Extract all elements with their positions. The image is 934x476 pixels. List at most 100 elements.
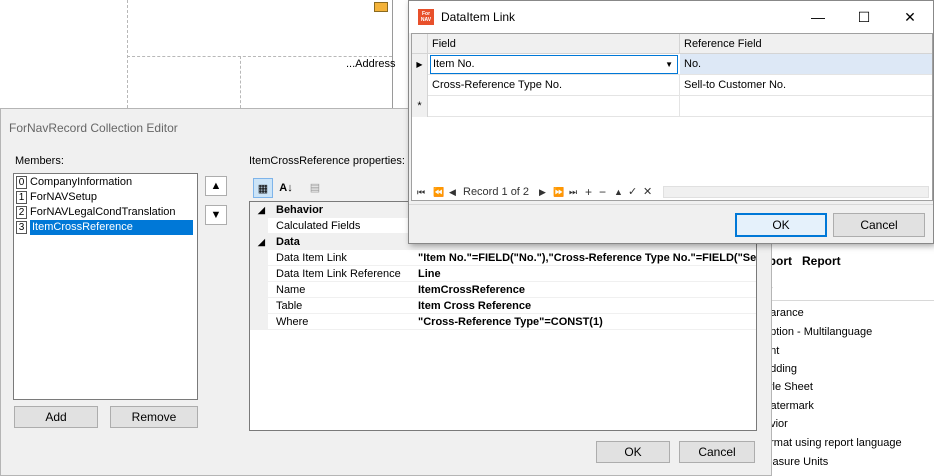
row-gutter bbox=[250, 298, 268, 314]
list-item[interactable]: 2 ForNAVLegalCondTranslation bbox=[14, 205, 197, 220]
property-caption-multilanguage[interactable]: aption - Multilanguage bbox=[764, 326, 872, 338]
chevron-down-icon[interactable]: ▼ bbox=[665, 56, 673, 73]
field-cell[interactable]: Cross-Reference Type No. bbox=[428, 75, 680, 96]
divider bbox=[756, 300, 934, 301]
title-bar[interactable]: For NAV DataItem Link — ☐ ✕ bbox=[409, 1, 933, 33]
image-icon bbox=[374, 2, 388, 12]
previous-record-icon[interactable]: ◀ bbox=[449, 183, 456, 201]
property-name: Data Item Link Reference bbox=[276, 268, 401, 280]
address-field-label[interactable]: ...Address bbox=[346, 58, 396, 70]
designer-guide-line bbox=[127, 0, 128, 108]
property-name: Where bbox=[276, 316, 309, 328]
next-record-icon[interactable]: ▶ bbox=[539, 183, 546, 201]
categorized-icon[interactable]: ▦ bbox=[253, 178, 273, 198]
property-value[interactable]: ItemCrossReference bbox=[418, 282, 756, 298]
add-record-icon[interactable]: + bbox=[585, 183, 592, 201]
delete-record-icon[interactable]: − bbox=[599, 183, 606, 201]
property-value[interactable]: Item Cross Reference bbox=[418, 298, 756, 314]
members-label: Members: bbox=[15, 155, 64, 167]
move-up-button[interactable]: ▲ bbox=[205, 176, 227, 196]
collapse-icon[interactable]: ◢ bbox=[258, 202, 265, 218]
member-name: ItemCrossReference bbox=[30, 220, 193, 235]
property-measure-units[interactable]: leasure Units bbox=[764, 456, 828, 468]
row-gutter bbox=[250, 266, 268, 282]
reference-field-cell[interactable]: Sell-to Customer No. bbox=[680, 75, 932, 96]
property-format-using-report-language[interactable]: ormat using report language bbox=[764, 437, 902, 449]
link-grid: Field Reference Field ▶ Item No. ▼ No. C… bbox=[411, 33, 933, 201]
new-field-cell[interactable] bbox=[428, 96, 680, 117]
member-name: ForNAVSetup bbox=[30, 191, 98, 203]
ok-button[interactable]: OK bbox=[596, 441, 670, 463]
property-name: Calculated Fields bbox=[276, 220, 361, 232]
list-item[interactable]: 1 ForNAVSetup bbox=[14, 190, 197, 205]
remove-button[interactable]: Remove bbox=[110, 406, 198, 428]
property-name: Table bbox=[276, 300, 303, 312]
arrow-up-icon: ▲ bbox=[210, 180, 222, 192]
alphabetical-sort-icon[interactable]: A↓ bbox=[276, 178, 296, 198]
category-name: Behavior bbox=[276, 204, 324, 216]
property-value[interactable]: "Cross-Reference Type"=CONST(1) bbox=[418, 314, 756, 330]
new-row-icon: * bbox=[412, 96, 428, 117]
row-header-corner bbox=[412, 34, 428, 54]
members-list[interactable]: 0 CompanyInformation 1 ForNAVSetup 2 ForNAV… bbox=[13, 173, 198, 400]
property-row[interactable]: Where "Cross-Reference Type"=CONST(1) bbox=[250, 314, 756, 330]
column-header-reference-field[interactable]: Reference Field bbox=[680, 34, 932, 54]
field-combobox[interactable]: Item No. ▼ bbox=[430, 55, 678, 74]
cancel-button[interactable]: Cancel bbox=[679, 441, 755, 463]
previous-page-icon[interactable]: ⏪ bbox=[433, 183, 444, 201]
properties-header: eport Report bbox=[762, 254, 841, 268]
cancel-button[interactable]: Cancel bbox=[833, 213, 925, 237]
maximize-icon: ☐ bbox=[857, 9, 871, 25]
collapse-icon[interactable]: ◢ bbox=[258, 234, 265, 250]
row-gutter bbox=[250, 250, 268, 266]
next-page-icon[interactable]: ⏩ bbox=[553, 183, 564, 201]
member-index: 3 bbox=[16, 221, 27, 234]
current-row-indicator-icon: ▶ bbox=[412, 54, 428, 75]
property-value[interactable]: "Item No."=FIELD("No."),"Cross-Reference… bbox=[418, 250, 756, 266]
new-reference-cell[interactable] bbox=[680, 96, 932, 117]
dialog-title: DataItem Link bbox=[441, 10, 516, 24]
member-index: 0 bbox=[16, 176, 27, 189]
property-row[interactable]: Name ItemCrossReference bbox=[250, 282, 756, 298]
minimize-button[interactable]: — bbox=[795, 1, 841, 33]
field-value: Item No. bbox=[433, 58, 475, 70]
member-index: 1 bbox=[16, 191, 27, 204]
cancel-edit-icon[interactable]: ✕ bbox=[643, 183, 652, 201]
list-item[interactable]: 0 CompanyInformation bbox=[14, 175, 197, 190]
maximize-button[interactable]: ☐ bbox=[841, 1, 887, 33]
category-name: Data bbox=[276, 236, 300, 248]
designer-guide-line bbox=[127, 56, 392, 57]
dialog-title: ForNavRecord Collection Editor bbox=[9, 121, 178, 135]
property-value[interactable]: Line bbox=[418, 266, 756, 282]
close-icon: ✕ bbox=[904, 9, 916, 25]
first-record-icon[interactable]: ⏮ bbox=[417, 183, 425, 201]
row-header bbox=[412, 75, 428, 96]
list-item-selected[interactable]: 3 ItemCrossReference bbox=[14, 220, 197, 235]
column-header-field[interactable]: Field bbox=[428, 34, 680, 54]
ok-button[interactable]: OK bbox=[735, 213, 827, 237]
move-down-button[interactable]: ▼ bbox=[205, 205, 227, 225]
reference-field-cell[interactable]: No. bbox=[680, 54, 932, 75]
last-record-icon[interactable]: ⏭ bbox=[569, 183, 577, 201]
dataitem-link-dialog: For NAV DataItem Link — ☐ ✕ Field Referen… bbox=[408, 0, 934, 244]
close-button[interactable]: ✕ bbox=[887, 1, 933, 33]
edit-record-icon[interactable]: ▲ bbox=[614, 183, 623, 201]
horizontal-scrollbar[interactable] bbox=[663, 186, 929, 198]
row-gutter bbox=[250, 218, 268, 234]
row-gutter bbox=[250, 282, 268, 298]
member-name: CompanyInformation bbox=[30, 176, 133, 188]
save-record-icon[interactable]: ✓ bbox=[628, 183, 637, 201]
member-name: ForNAVLegalCondTranslation bbox=[30, 206, 176, 218]
properties-label: ItemCrossReference properties: bbox=[249, 155, 405, 167]
divider bbox=[409, 204, 933, 205]
property-row[interactable]: Data Item Link Reference Line bbox=[250, 266, 756, 282]
row-gutter bbox=[250, 314, 268, 330]
designer-guide-line bbox=[240, 56, 241, 108]
field-dropdown[interactable]: Item No. ▼ bbox=[428, 54, 680, 75]
property-name: Data Item Link bbox=[276, 252, 347, 264]
property-row[interactable]: Data Item Link "Item No."=FIELD("No."),"… bbox=[250, 250, 756, 266]
property-pages-icon[interactable]: ▤ bbox=[305, 178, 325, 198]
property-row[interactable]: Table Item Cross Reference bbox=[250, 298, 756, 314]
add-button[interactable]: Add bbox=[14, 406, 98, 428]
minimize-icon: — bbox=[811, 9, 825, 25]
